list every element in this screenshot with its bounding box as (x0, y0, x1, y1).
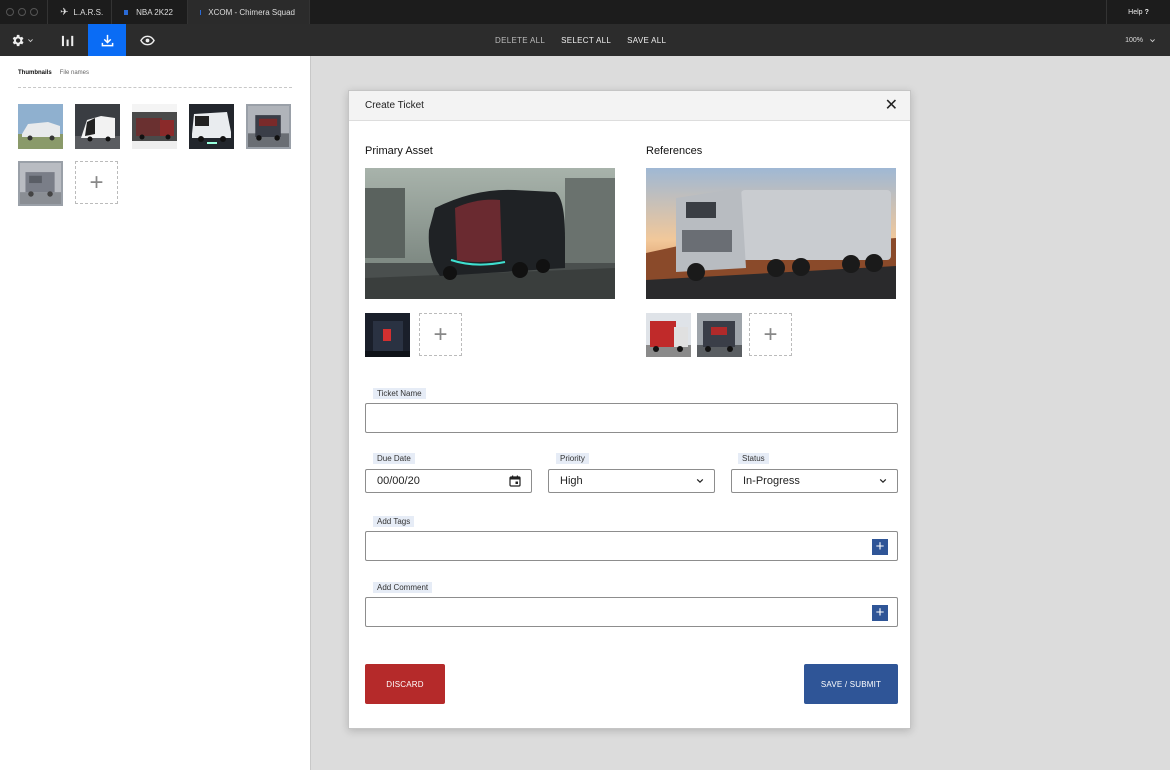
help-question-icon: ? (1144, 8, 1149, 16)
dialog-header: Create Ticket ✕ (349, 91, 910, 121)
asset-thumbnail[interactable] (75, 104, 120, 149)
tab-file-names[interactable]: File names (60, 70, 89, 76)
add-comment-plus-icon[interactable]: + (872, 605, 888, 621)
save-all-button[interactable]: SAVE ALL (627, 36, 666, 45)
close-window-dot[interactable] (6, 8, 14, 16)
help-button[interactable]: Help ? (1106, 0, 1170, 24)
sidebar-view-tabs: Thumbnails File names (18, 70, 89, 76)
main-toolbar: DELETE ALL SELECT ALL SAVE ALL 100% (0, 24, 1170, 56)
asset-thumbnail-selected[interactable] (246, 104, 291, 149)
ticket-name-input[interactable] (365, 403, 898, 433)
primary-asset-image-art (365, 168, 615, 299)
calendar-icon[interactable] (509, 475, 521, 487)
chevron-down-icon (28, 38, 33, 42)
add-tags-input[interactable]: + (365, 531, 898, 561)
settings-menu-button[interactable] (4, 24, 40, 56)
tab-nba-2k22[interactable]: NBA 2K22 (112, 0, 188, 24)
reference-thumbnail[interactable] (697, 313, 742, 357)
reference-image-main[interactable] (646, 168, 896, 299)
download-icon (101, 34, 113, 46)
select-all-button[interactable]: SELECT ALL (561, 36, 611, 45)
asset-thumbnail[interactable] (132, 104, 177, 149)
reference-image-art (646, 168, 896, 299)
project-square-icon (124, 9, 129, 15)
asset-image (20, 163, 61, 204)
ticket-name-label: Ticket Name (373, 388, 426, 399)
reference-thumbnail[interactable] (646, 313, 691, 357)
preview-button[interactable] (128, 24, 166, 56)
delete-all-button[interactable]: DELETE ALL (495, 36, 545, 45)
gear-icon (12, 34, 24, 46)
asset-thumbnail[interactable] (18, 104, 63, 149)
primary-asset-image[interactable] (365, 168, 615, 299)
asset-sidebar: Thumbnails File names + (0, 56, 311, 770)
asset-thumbnail[interactable] (189, 104, 234, 149)
window-tab-bar: ✈ L.A.R.S. NBA 2K22 XCOM - Chimera Squad… (0, 0, 1170, 24)
add-asset-button[interactable]: + (75, 161, 118, 204)
primary-asset-thumbnail[interactable] (365, 313, 410, 357)
asset-image (18, 104, 63, 149)
priority-select[interactable]: High (548, 469, 715, 493)
tab-xcom-chimera-squad[interactable]: XCOM - Chimera Squad (188, 0, 310, 24)
plus-icon: + (89, 168, 104, 196)
references-heading: References (646, 145, 703, 157)
asset-image (646, 313, 691, 357)
sidebar-divider (18, 87, 292, 88)
lars-logo-icon: ✈ (60, 6, 69, 18)
plus-icon: + (763, 320, 778, 348)
eye-icon (139, 35, 155, 45)
asset-image (132, 104, 177, 149)
stats-button[interactable] (48, 24, 86, 56)
asset-image (75, 104, 120, 149)
dialog-title: Create Ticket (365, 100, 424, 111)
status-select[interactable]: In-Progress (731, 469, 898, 493)
asset-image (189, 104, 234, 149)
add-reference-button[interactable]: + (749, 313, 792, 356)
asset-image (697, 313, 742, 357)
tab-lars[interactable]: ✈ L.A.R.S. (48, 0, 112, 24)
add-comment-input[interactable]: + (365, 597, 898, 627)
asset-image (365, 313, 410, 357)
priority-label: Priority (556, 453, 589, 464)
chevron-down-icon (696, 478, 704, 484)
discard-button[interactable]: DISCARD (365, 664, 445, 704)
bulk-actions: DELETE ALL SELECT ALL SAVE ALL (495, 24, 666, 56)
create-ticket-dialog: Create Ticket ✕ Primary Asset References (348, 90, 911, 729)
maximize-window-dot[interactable] (30, 8, 38, 16)
status-label: Status (738, 453, 769, 464)
plus-icon: + (433, 320, 448, 348)
asset-thumbnail-selected[interactable] (18, 161, 63, 206)
primary-asset-heading: Primary Asset (365, 145, 433, 157)
chevron-down-icon (1150, 38, 1155, 42)
due-date-label: Due Date (373, 453, 415, 464)
add-tags-label: Add Tags (373, 516, 415, 527)
tab-thumbnails[interactable]: Thumbnails (18, 70, 52, 76)
add-primary-asset-button[interactable]: + (419, 313, 462, 356)
close-icon[interactable]: ✕ (885, 96, 898, 116)
bar-chart-icon (61, 35, 73, 46)
asset-image (248, 106, 289, 147)
add-comment-label: Add Comment (373, 582, 433, 593)
minimize-window-dot[interactable] (18, 8, 26, 16)
chevron-down-icon (879, 478, 887, 484)
save-submit-button[interactable]: SAVE / SUBMIT (804, 664, 898, 704)
due-date-input[interactable]: 00/00/20 (365, 469, 532, 493)
window-controls (0, 0, 48, 24)
add-tag-plus-icon[interactable]: + (872, 539, 888, 555)
download-button[interactable] (88, 24, 126, 56)
zoom-dropdown[interactable]: 100% (1125, 24, 1156, 56)
